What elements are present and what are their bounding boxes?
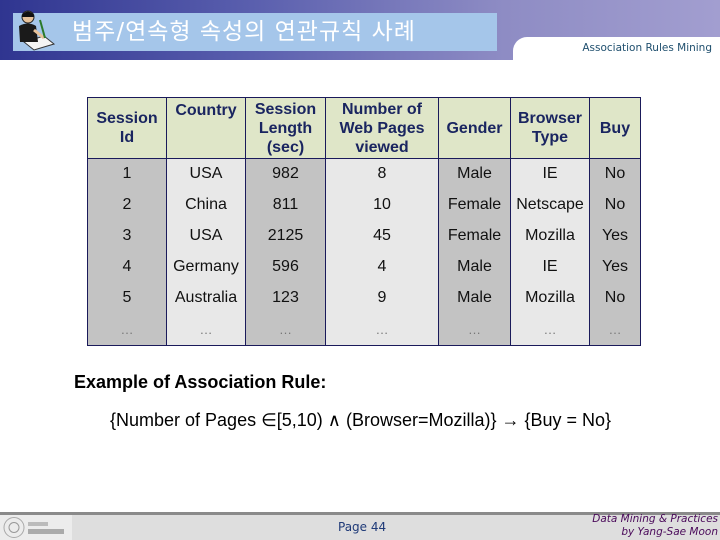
cell-browser: Mozilla xyxy=(510,220,590,252)
cell-buy: No xyxy=(589,282,641,314)
cell-buy: … xyxy=(589,313,641,346)
cell-web-pages: 9 xyxy=(325,282,439,314)
cell-browser: IE xyxy=(510,158,590,190)
cell-country: USA xyxy=(166,158,246,190)
cell-session-length: 982 xyxy=(245,158,326,190)
cell-browser: IE xyxy=(510,251,590,283)
session-table: Session Id Country Session Length (sec) Num… xyxy=(87,97,641,346)
cell-session-id: 3 xyxy=(87,220,167,252)
column-header-gender: Gender xyxy=(438,97,511,159)
cell-gender: Male xyxy=(438,158,511,190)
table-header-row: Session Id Country Session Length (sec) Num… xyxy=(87,97,641,159)
cell-session-id: 5 xyxy=(87,282,167,314)
cell-browser: Netscape xyxy=(510,189,590,221)
cell-gender: Female xyxy=(438,220,511,252)
cell-session-length: 811 xyxy=(245,189,326,221)
column-header-session-id: Session Id xyxy=(87,97,167,159)
table-row: 1 USA 982 8 Male IE No xyxy=(87,158,641,190)
cell-buy: No xyxy=(589,189,641,221)
cell-web-pages: 45 xyxy=(325,220,439,252)
rule-heading: Example of Association Rule: xyxy=(74,372,327,392)
cell-session-id: 1 xyxy=(87,158,167,190)
cell-web-pages: 4 xyxy=(325,251,439,283)
cell-country: USA xyxy=(166,220,246,252)
cell-web-pages: 10 xyxy=(325,189,439,221)
footer-credit: Data Mining & Practices by Yang-Sae Moon xyxy=(592,513,718,539)
table-row: 5 Australia 123 9 Male Mozilla No xyxy=(87,282,641,314)
course-title: Data Mining & Practices xyxy=(592,513,718,525)
section-subtitle: Association Rules Mining xyxy=(582,42,712,54)
column-header-web-pages: Number of Web Pages viewed xyxy=(325,97,439,159)
cell-browser: Mozilla xyxy=(510,282,590,314)
university-seal-icon xyxy=(3,517,64,538)
author: by Yang-Sae Moon xyxy=(621,526,718,538)
table-row: 4 Germany 596 4 Male IE Yes xyxy=(87,251,641,283)
cell-gender: Male xyxy=(438,251,511,283)
cell-country: … xyxy=(166,313,246,346)
cell-gender: Female xyxy=(438,189,511,221)
cell-buy: Yes xyxy=(589,251,641,283)
cell-gender: … xyxy=(438,313,511,346)
cell-browser: … xyxy=(510,313,590,346)
cell-session-id: … xyxy=(87,313,167,346)
cell-gender: Male xyxy=(438,282,511,314)
page-title: 범주/연속형 속성의 연관규칙 사례 xyxy=(72,19,416,45)
association-rule: {Number of Pages ∈[5,10) ∧ (Browser=Mozi… xyxy=(110,410,612,430)
table-row: 3 USA 2125 45 Female Mozilla Yes xyxy=(87,220,641,252)
cell-web-pages: … xyxy=(325,313,439,346)
university-logo xyxy=(0,515,72,540)
cell-session-length: 123 xyxy=(245,282,326,314)
cell-session-length: … xyxy=(245,313,326,346)
cell-country: Australia xyxy=(166,282,246,314)
cell-buy: No xyxy=(589,158,641,190)
cell-web-pages: 8 xyxy=(325,158,439,190)
column-header-buy: Buy xyxy=(589,97,641,159)
cell-session-id: 2 xyxy=(87,189,167,221)
cell-buy: Yes xyxy=(589,220,641,252)
table-row-ellipsis: … … … … … … … xyxy=(87,313,641,346)
cell-country: China xyxy=(166,189,246,221)
column-header-session-length: Session Length (sec) xyxy=(245,97,326,159)
cell-session-length: 2125 xyxy=(245,220,326,252)
page-number: Page 44 xyxy=(338,520,387,534)
presenter-writing-icon xyxy=(19,10,56,51)
column-header-country: Country xyxy=(166,97,246,159)
cell-session-id: 4 xyxy=(87,251,167,283)
cell-country: Germany xyxy=(166,251,246,283)
table-row: 2 China 811 10 Female Netscape No xyxy=(87,189,641,221)
column-header-browser-type: Browser Type xyxy=(510,97,590,159)
cell-session-length: 596 xyxy=(245,251,326,283)
